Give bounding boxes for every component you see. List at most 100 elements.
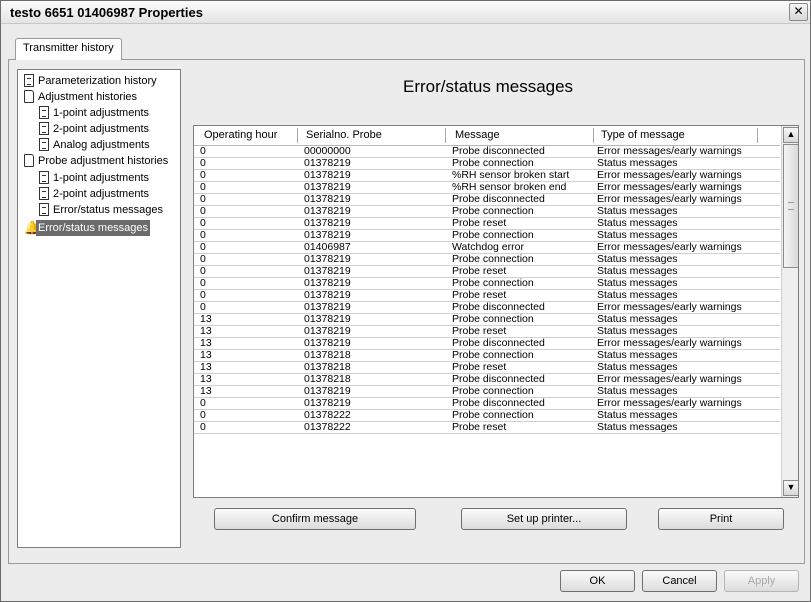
table-cell: 13: [200, 385, 212, 397]
table-cell: 0: [200, 217, 206, 229]
title-bar: testo 6651 01406987 Properties ✕: [1, 1, 810, 24]
tree-item-label: 2-point adjustments: [53, 188, 149, 200]
close-icon[interactable]: ✕: [789, 3, 808, 21]
table-cell: Status messages: [597, 349, 678, 361]
print-button[interactable]: Print: [658, 508, 784, 530]
table-cell: 01378219: [304, 397, 351, 409]
table-cell: 0: [200, 157, 206, 169]
table-cell: 0: [200, 253, 206, 265]
document-icon: [39, 171, 49, 184]
table-body: 0 00000000 Probe disconnected Error message…: [194, 146, 780, 497]
table-cell: 0: [200, 301, 206, 313]
table-cell: Status messages: [597, 421, 678, 433]
window-title: testo 6651 01406987 Properties: [10, 5, 203, 20]
table-cell: 01378219: [304, 289, 351, 301]
column-divider[interactable]: [593, 128, 594, 143]
scrollbar-thumb[interactable]: [783, 144, 798, 268]
properties-window: testo 6651 01406987 Properties ✕ Transmi…: [0, 0, 811, 602]
table-cell: Status messages: [597, 229, 678, 241]
table-cell: 01378218: [304, 373, 351, 385]
table-cell: 0: [200, 421, 206, 433]
table-cell: Probe reset: [452, 217, 507, 229]
table-cell: 01378219: [304, 325, 351, 337]
table-cell: 01378219: [304, 229, 351, 241]
table-cell: Probe disconnected: [452, 193, 545, 205]
table-cell: 0: [200, 241, 206, 253]
table-cell: 13: [200, 325, 212, 337]
history-tree: Parameterization history Adjustment hist…: [17, 69, 181, 548]
table-cell: Status messages: [597, 205, 678, 217]
scroll-down-icon[interactable]: ▼: [783, 480, 798, 496]
column-header-type-of-message[interactable]: Type of message: [601, 129, 685, 141]
document-icon: [24, 74, 34, 87]
tree-item-label: 2-point adjustments: [53, 123, 149, 135]
scroll-up-icon[interactable]: ▲: [783, 127, 798, 143]
ok-button[interactable]: OK: [560, 570, 635, 592]
grip-icon: [788, 202, 794, 210]
messages-table: Operating hour Serialno. Probe Message T…: [193, 125, 799, 498]
table-cell: 0: [200, 169, 206, 181]
column-divider[interactable]: [445, 128, 446, 143]
table-cell: 0: [200, 265, 206, 277]
table-cell: 13: [200, 349, 212, 361]
table-cell: 0: [200, 181, 206, 193]
table-cell: 01378219: [304, 313, 351, 325]
table-cell: Probe connection: [452, 409, 534, 421]
column-divider[interactable]: [757, 128, 758, 143]
table-cell: Error messages/early warnings: [597, 301, 742, 313]
document-icon: [39, 106, 49, 119]
table-cell: 13: [200, 361, 212, 373]
document-icon: [39, 203, 49, 216]
table-cell: Status messages: [597, 361, 678, 373]
table-cell: 0: [200, 205, 206, 217]
table-cell: Status messages: [597, 409, 678, 421]
table-cell: Status messages: [597, 253, 678, 265]
table-cell: 0: [200, 146, 206, 157]
table-cell: 0: [200, 397, 206, 409]
tab-transmitter-history[interactable]: Transmitter history: [15, 38, 122, 60]
table-cell: Status messages: [597, 313, 678, 325]
table-cell: Probe disconnected: [452, 397, 545, 409]
table-cell: Error messages/early warnings: [597, 146, 742, 157]
table-cell: Probe reset: [452, 289, 507, 301]
document-icon: [39, 187, 49, 200]
table-cell: 0: [200, 409, 206, 421]
table-cell: Watchdog error: [452, 241, 524, 253]
table-cell: 01406987: [304, 241, 351, 253]
table-cell: Probe disconnected: [452, 146, 545, 157]
table-cell: 01378219: [304, 181, 351, 193]
tree-item-label: Error/status messages: [36, 220, 151, 236]
table-cell: Probe disconnected: [452, 373, 545, 385]
confirm-message-button[interactable]: Confirm message: [214, 508, 416, 530]
vertical-scrollbar[interactable]: ▲ ▼: [781, 126, 798, 497]
table-cell: Error messages/early warnings: [597, 373, 742, 385]
set-up-printer-button[interactable]: Set up printer...: [461, 508, 627, 530]
column-divider[interactable]: [297, 128, 298, 143]
table-cell: 13: [200, 373, 212, 385]
column-header-operating-hour[interactable]: Operating hour: [204, 129, 277, 141]
table-header: Operating hour Serialno. Probe Message T…: [194, 126, 780, 146]
table-cell: Status messages: [597, 385, 678, 397]
table-cell: Error messages/early warnings: [597, 241, 742, 253]
tree-item-label: Parameterization history: [38, 75, 157, 87]
cancel-button[interactable]: Cancel: [642, 570, 717, 592]
folder-icon: [24, 90, 34, 103]
table-cell: 00000000: [304, 146, 351, 157]
document-icon: [39, 138, 49, 151]
table-cell: 01378222: [304, 409, 351, 421]
table-cell: 01378219: [304, 217, 351, 229]
apply-button[interactable]: Apply: [724, 570, 799, 592]
column-header-message[interactable]: Message: [455, 129, 500, 141]
table-cell: 01378219: [304, 301, 351, 313]
tab-label: Transmitter history: [23, 42, 114, 54]
table-row[interactable]: 0 01378222 Probe reset Status messages: [194, 422, 780, 434]
table-cell: 13: [200, 337, 212, 349]
column-header-serialno-probe[interactable]: Serialno. Probe: [306, 129, 382, 141]
table-cell: Probe connection: [452, 277, 534, 289]
table-cell: 01378219: [304, 205, 351, 217]
table-cell: %RH sensor broken end: [452, 181, 567, 193]
table-cell: Probe connection: [452, 385, 534, 397]
table-cell: Probe reset: [452, 421, 507, 433]
document-icon: [39, 122, 49, 135]
table-cell: Error messages/early warnings: [597, 181, 742, 193]
